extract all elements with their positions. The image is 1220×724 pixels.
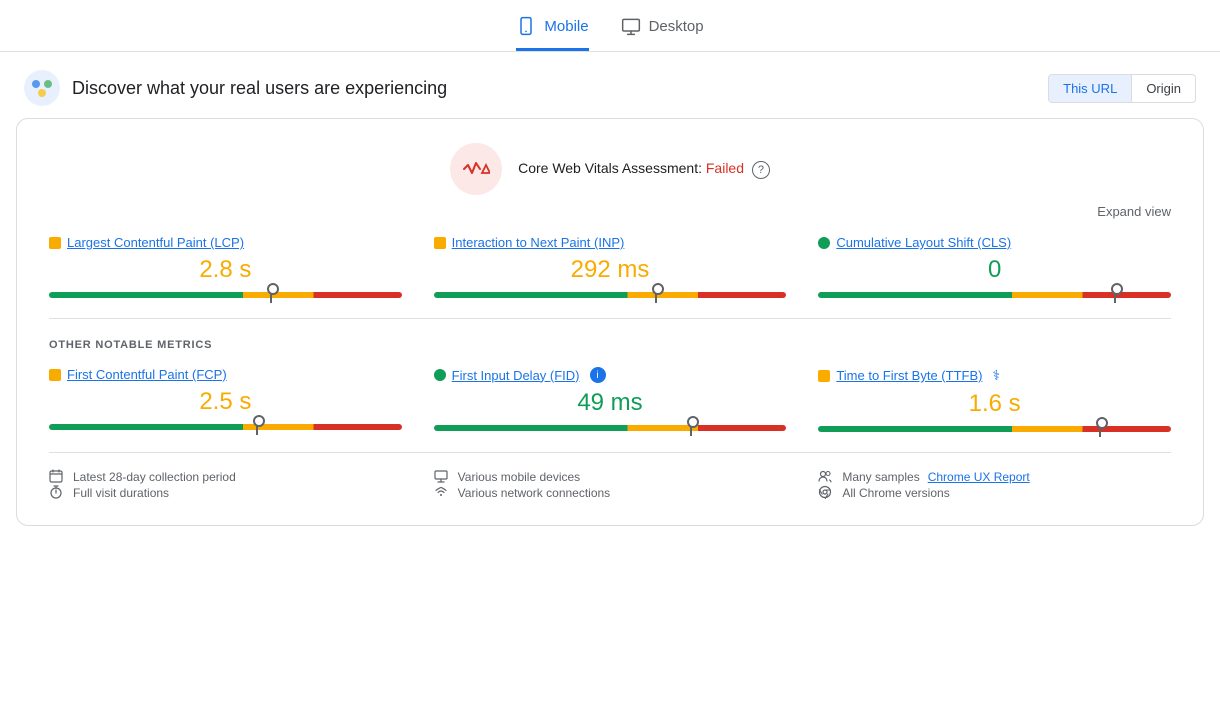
wifi-icon xyxy=(434,485,450,501)
metric-dot-inp xyxy=(434,237,446,249)
gauge-bar xyxy=(49,424,402,430)
monitor-icon xyxy=(434,469,450,485)
header-left: Discover what your real users are experi… xyxy=(24,70,447,106)
users-icon xyxy=(818,469,834,485)
footer-text-2-0: Many samples xyxy=(842,470,919,484)
info-icon-fid[interactable]: i xyxy=(590,367,606,383)
url-origin-toggle: This URL Origin xyxy=(1048,74,1196,103)
calendar-icon xyxy=(49,469,65,485)
metric-label-row-fid: First Input Delay (FID) i xyxy=(434,367,787,383)
metric-dot-ttfb xyxy=(818,370,830,382)
footer-text-2-1: All Chrome versions xyxy=(842,486,949,500)
metric-value-ttfb: 1.6 s xyxy=(818,390,1171,418)
metric-value-fid: 49 ms xyxy=(434,389,787,417)
footer-item-1-1: Various network connections xyxy=(434,485,787,501)
footer-item-2-0: Many samples Chrome UX Report xyxy=(818,469,1171,485)
gauge-needle xyxy=(690,420,692,436)
stopwatch-icon xyxy=(49,485,65,501)
footer-col-1: Various mobile devices Various network co… xyxy=(434,469,787,501)
footer-link-chrome-ux-report[interactable]: Chrome UX Report xyxy=(928,470,1030,484)
metric-name-lcp[interactable]: Largest Contentful Paint (LCP) xyxy=(67,235,244,250)
assessment-icon xyxy=(450,143,502,195)
desktop-icon xyxy=(621,16,641,36)
footer-row: Latest 28-day collection period Full visi… xyxy=(49,452,1171,501)
tab-desktop-label: Desktop xyxy=(649,18,704,35)
metric-value-fcp: 2.5 s xyxy=(49,388,402,416)
footer-text-0-0: Latest 28-day collection period xyxy=(73,470,236,484)
this-url-button[interactable]: This URL xyxy=(1049,75,1132,102)
metric-name-fid[interactable]: First Input Delay (FID) xyxy=(452,368,580,383)
footer-col-0: Latest 28-day collection period Full visi… xyxy=(49,469,402,501)
tabs-container: Mobile Desktop xyxy=(0,0,1220,52)
metric-value-inp: 292 ms xyxy=(434,256,787,284)
chrome-icon xyxy=(818,485,834,501)
metric-dot-fid xyxy=(434,369,446,381)
footer-item-0-1: Full visit durations xyxy=(49,485,402,501)
gauge-bar xyxy=(434,292,787,298)
footer-text-1-0: Various mobile devices xyxy=(458,470,581,484)
expand-row: Expand view xyxy=(49,203,1171,219)
gauge-bar xyxy=(49,292,402,298)
gauge-needle xyxy=(256,419,258,435)
failed-vitals-icon xyxy=(462,159,490,179)
metric-card-fcp: First Contentful Paint (FCP) 2.5 s xyxy=(49,367,402,432)
other-metrics-grid: First Contentful Paint (FCP) 2.5 s First I… xyxy=(49,367,1171,432)
assessment-text: Core Web Vitals Assessment: Failed ? xyxy=(518,160,770,179)
footer-text-1-1: Various network connections xyxy=(458,486,611,500)
metric-name-cls[interactable]: Cumulative Layout Shift (CLS) xyxy=(836,235,1011,250)
metric-card-ttfb: Time to First Byte (TTFB) ⚕ 1.6 s xyxy=(818,367,1171,432)
assessment-help-icon[interactable]: ? xyxy=(752,161,770,179)
metric-dot-fcp xyxy=(49,369,61,381)
footer-item-1-0: Various mobile devices xyxy=(434,469,787,485)
metric-card-fid: First Input Delay (FID) i 49 ms xyxy=(434,367,787,432)
metric-label-row-cls: Cumulative Layout Shift (CLS) xyxy=(818,235,1171,250)
metric-name-ttfb[interactable]: Time to First Byte (TTFB) xyxy=(836,368,982,383)
metric-value-lcp: 2.8 s xyxy=(49,256,402,284)
gauge-needle xyxy=(655,287,657,303)
assessment-title: Core Web Vitals Assessment: xyxy=(518,160,702,176)
assessment-status: Failed xyxy=(706,160,744,176)
gauge-needle xyxy=(1114,287,1116,303)
metric-name-inp[interactable]: Interaction to Next Paint (INP) xyxy=(452,235,625,250)
main-card: Core Web Vitals Assessment: Failed ? Exp… xyxy=(16,118,1204,526)
footer-text-0-1: Full visit durations xyxy=(73,486,169,500)
metric-card-inp: Interaction to Next Paint (INP) 292 ms xyxy=(434,235,787,298)
other-metrics-label: OTHER NOTABLE METRICS xyxy=(49,339,1171,351)
metric-card-cls: Cumulative Layout Shift (CLS) 0 xyxy=(818,235,1171,298)
metric-label-row-ttfb: Time to First Byte (TTFB) ⚕ xyxy=(818,367,1171,384)
metric-label-row-inp: Interaction to Next Paint (INP) xyxy=(434,235,787,250)
metric-name-fcp[interactable]: First Contentful Paint (FCP) xyxy=(67,367,227,382)
origin-button[interactable]: Origin xyxy=(1132,75,1195,102)
metric-card-lcp: Largest Contentful Paint (LCP) 2.8 s xyxy=(49,235,402,298)
core-metrics-grid: Largest Contentful Paint (LCP) 2.8 s Inter… xyxy=(49,235,1171,298)
footer-item-2-1: All Chrome versions xyxy=(818,485,1171,501)
assessment-row: Core Web Vitals Assessment: Failed ? xyxy=(49,143,1171,195)
tab-desktop[interactable]: Desktop xyxy=(621,16,704,51)
metric-label-row-fcp: First Contentful Paint (FCP) xyxy=(49,367,402,382)
tab-mobile-label: Mobile xyxy=(544,18,588,35)
gauge-bar xyxy=(818,292,1171,298)
gauge-needle xyxy=(1099,421,1101,437)
metrics-divider xyxy=(49,318,1171,319)
gauge-bar xyxy=(434,425,787,431)
header-row: Discover what your real users are experi… xyxy=(0,52,1220,118)
metric-label-row-lcp: Largest Contentful Paint (LCP) xyxy=(49,235,402,250)
expand-link[interactable]: Expand view xyxy=(1097,204,1171,219)
metric-dot-cls xyxy=(818,237,830,249)
crux-icon xyxy=(24,70,60,106)
flask-icon-ttfb: ⚕ xyxy=(992,367,1000,384)
tab-mobile[interactable]: Mobile xyxy=(516,16,588,51)
footer-col-2: Many samples Chrome UX ReportAll Chrome … xyxy=(818,469,1171,501)
mobile-icon xyxy=(516,16,536,36)
gauge-needle xyxy=(270,287,272,303)
metric-value-cls: 0 xyxy=(818,256,1171,284)
metric-dot-lcp xyxy=(49,237,61,249)
gauge-bar xyxy=(818,426,1171,432)
header-title: Discover what your real users are experi… xyxy=(72,78,447,99)
footer-item-0-0: Latest 28-day collection period xyxy=(49,469,402,485)
